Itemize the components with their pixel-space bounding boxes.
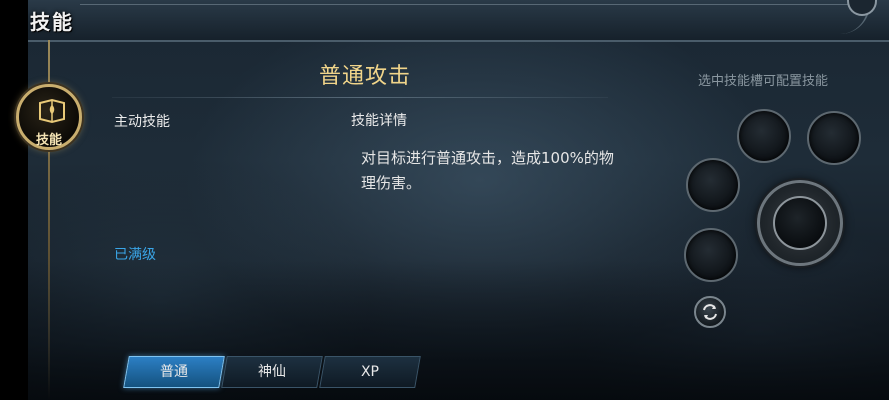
top-bar: [0, 0, 889, 42]
skill-slot-3[interactable]: [686, 158, 740, 212]
active-skill-label: 主动技能: [114, 114, 170, 130]
main-attack-slot-inner: [773, 196, 827, 250]
tab-label: XP: [360, 364, 380, 380]
slot-config-hint: 选中技能槽可配置技能: [698, 74, 829, 89]
tab-label: 普通: [160, 364, 188, 380]
tab-normal[interactable]: 普通: [123, 356, 225, 388]
sidebar-item-skills[interactable]: 技能: [16, 84, 82, 150]
title-block: [0, 0, 28, 56]
heading-divider: [112, 97, 608, 98]
skill-book-icon: [39, 98, 65, 124]
page-title: 技能: [30, 10, 74, 34]
topbar-ornament: [80, 4, 870, 34]
swap-icon: [703, 304, 717, 320]
max-level-status: 已满级: [114, 247, 156, 263]
swap-button[interactable]: [694, 296, 726, 328]
sidebar-item-label: 技能: [35, 133, 62, 148]
tab-xp[interactable]: XP: [319, 356, 421, 388]
skill-slot-1[interactable]: [737, 109, 791, 163]
skill-detail-text: 对目标进行普通攻击，造成100%的物理伤害。: [361, 149, 614, 192]
main-attack-slot[interactable]: [757, 180, 843, 266]
skill-name-heading: 普通攻击: [318, 64, 411, 89]
skill-detail-label: 技能详情: [351, 113, 407, 129]
skill-slot-4[interactable]: [684, 228, 738, 282]
tab-label: 神仙: [258, 364, 286, 380]
skill-slot-2[interactable]: [807, 111, 861, 165]
tab-immortal[interactable]: 神仙: [221, 356, 323, 388]
